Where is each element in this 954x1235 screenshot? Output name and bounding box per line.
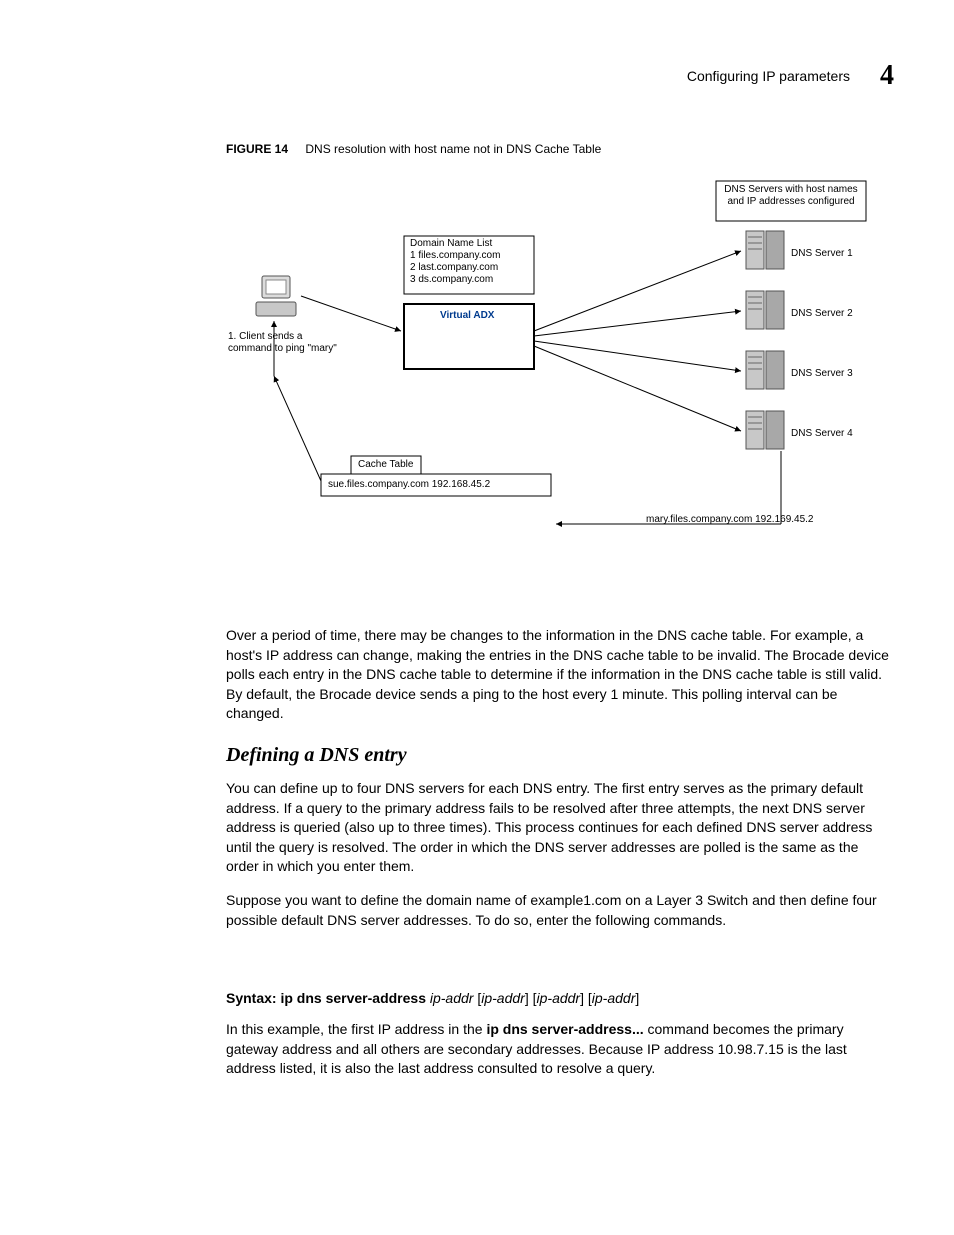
cache-entry: sue.files.company.com 192.168.45.2	[328, 479, 490, 491]
dns-server-2-label: DNS Server 2	[791, 308, 853, 320]
domain-list-3: 3 ds.company.com	[410, 274, 493, 286]
cache-table-title: Cache Table	[358, 459, 413, 471]
syntax-arg-2: ip-addr	[481, 990, 525, 1006]
paragraph-3: Suppose you want to define the domain na…	[226, 891, 894, 930]
figure-caption-text: DNS resolution with host name not in DNS…	[305, 142, 601, 156]
page-header: Configuring IP parameters 4	[226, 60, 894, 92]
syntax-arg-1: ip-addr	[430, 990, 474, 1006]
paragraph-2: You can define up to four DNS servers fo…	[226, 779, 894, 877]
header-title: Configuring IP parameters	[687, 68, 850, 84]
dns-server-3-label: DNS Server 3	[791, 368, 853, 380]
dns-diagram: DNS Servers with host names and IP addre…	[226, 176, 896, 586]
syntax-command: ip dns server-address	[280, 990, 426, 1006]
syntax-line: Syntax: ip dns server-address ip-addr [i…	[226, 990, 894, 1006]
paragraph-4: In this example, the first IP address in…	[226, 1020, 894, 1079]
paragraph-1: Over a period of time, there may be chan…	[226, 626, 894, 724]
syntax-arg-3: ip-addr	[537, 990, 581, 1006]
domain-list-1: 1 files.company.com	[410, 250, 500, 262]
figure-caption: FIGURE 14 DNS resolution with host name …	[226, 142, 894, 156]
server-icon	[746, 351, 784, 389]
syntax-label: Syntax:	[226, 990, 277, 1006]
section-heading-defining-dns: Defining a DNS entry	[226, 744, 894, 767]
dns-server-1-label: DNS Server 1	[791, 248, 853, 260]
para4-bold: ip dns server-address...	[486, 1021, 643, 1037]
server-icon	[746, 411, 784, 449]
figure-label: FIGURE 14	[226, 142, 288, 156]
virtual-adx-label: Virtual ADX	[440, 310, 494, 322]
para4-a: In this example, the first IP address in…	[226, 1021, 486, 1037]
dns-servers-header: DNS Servers with host names and IP addre…	[721, 184, 861, 208]
syntax-arg-4: ip-addr	[592, 990, 636, 1006]
dns-server-4-label: DNS Server 4	[791, 428, 853, 440]
client-note: 1. Client sends a command to ping "mary"	[228, 331, 338, 355]
server-icon	[746, 231, 784, 269]
domain-list-2: 2 last.company.com	[410, 262, 498, 274]
server-icon	[746, 291, 784, 329]
chapter-number: 4	[880, 60, 894, 92]
response-entry: mary.files.company.com 192.169.45.2	[646, 514, 814, 526]
domain-list-title: Domain Name List	[410, 238, 492, 250]
